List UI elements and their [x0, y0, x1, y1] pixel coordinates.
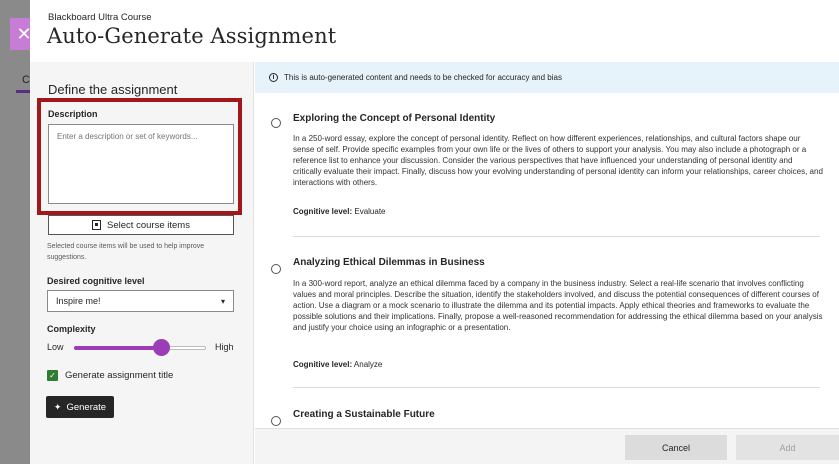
background-page-strip: C — [0, 0, 30, 464]
option-title: Creating a Sustainable Future — [293, 409, 435, 420]
assignment-option: Analyzing Ethical Dilemmas in Business I… — [255, 236, 839, 386]
cognitive-level-text: Analyze — [353, 360, 383, 369]
sparkle-icon: ✦ — [53, 401, 62, 412]
complexity-slider-thumb[interactable] — [153, 339, 171, 356]
option-radio[interactable] — [271, 264, 281, 274]
generate-title-label: Generate assignment title — [65, 370, 174, 381]
cognitive-level-key: Cognitive level: — [293, 207, 353, 216]
select-course-items-button[interactable]: Select course items — [48, 215, 234, 235]
course-items-helper-text: Selected course items will be used to he… — [47, 243, 205, 261]
ai-content-notice: i This is auto-generated content and nee… — [255, 62, 839, 93]
panel-footer: Cancel Add — [255, 428, 839, 464]
cognitive-level-text: Evaluate — [354, 207, 386, 216]
define-assignment-title: Define the assignment — [48, 82, 178, 97]
option-body: In a 300-word report, analyze an ethical… — [293, 279, 823, 332]
complexity-high-label: High — [215, 342, 234, 352]
option-title: Analyzing Ethical Dilemmas in Business — [293, 257, 485, 268]
complexity-label: Complexity — [47, 324, 96, 334]
generate-title-checkbox[interactable]: ✓ — [47, 370, 58, 381]
cognitive-level-value: Inspire me! — [56, 296, 101, 306]
info-icon: i — [269, 73, 278, 82]
generate-button[interactable]: ✦ Generate — [46, 396, 114, 418]
option-title: Exploring the Concept of Personal Identi… — [293, 113, 496, 124]
cognitive-level-label: Desired cognitive level — [47, 276, 145, 286]
assignment-option: Creating a Sustainable Future — [255, 387, 839, 428]
background-tab-label: C — [22, 74, 30, 86]
description-label: Description — [48, 109, 98, 119]
assignment-option: Exploring the Concept of Personal Identi… — [255, 93, 839, 233]
option-cognitive-level: Cognitive level: Evaluate — [293, 207, 386, 216]
chevron-down-icon: ▾ — [220, 296, 225, 306]
cancel-button[interactable]: Cancel — [625, 435, 727, 460]
complexity-low-label: Low — [47, 342, 64, 352]
generate-title-option: ✓ Generate assignment title — [47, 370, 173, 381]
complexity-slider-fill — [74, 346, 162, 350]
define-assignment-panel: Define the assignment Description Select… — [30, 62, 254, 464]
option-radio[interactable] — [271, 416, 281, 426]
generate-label: Generate — [66, 401, 107, 413]
cognitive-level-key: Cognitive level: — [293, 360, 353, 369]
description-input[interactable] — [48, 124, 234, 204]
option-cognitive-level: Cognitive level: Analyze — [293, 360, 382, 369]
option-radio[interactable] — [271, 118, 281, 128]
select-course-items-label: Select course items — [107, 219, 190, 231]
option-body: In a 250-word essay, explore the concept… — [293, 134, 823, 187]
add-button[interactable]: Add — [736, 435, 839, 460]
cognitive-level-select[interactable]: Inspire me! ▾ — [47, 290, 234, 312]
notice-text: This is auto-generated content and needs… — [284, 73, 562, 82]
background-tab-indicator — [16, 90, 30, 93]
panel-header: Blackboard Ultra Course Auto-Generate As… — [30, 0, 839, 62]
course-items-icon — [92, 220, 102, 230]
course-name: Blackboard Ultra Course — [48, 12, 152, 23]
page-title: Auto-Generate Assignment — [47, 24, 337, 48]
